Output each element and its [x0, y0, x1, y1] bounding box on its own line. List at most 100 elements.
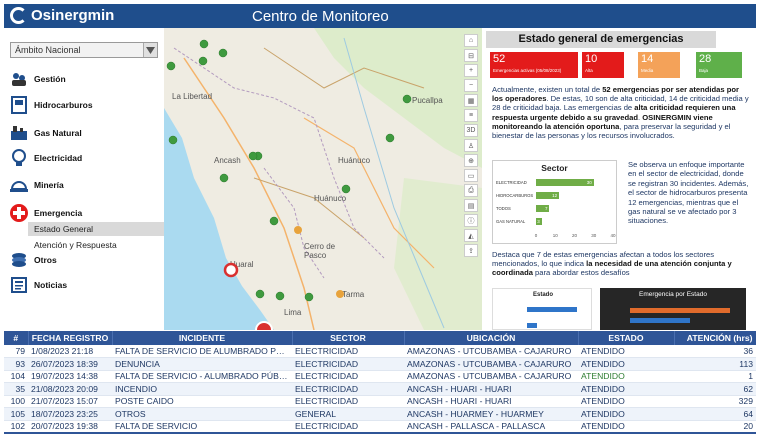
print-icon[interactable]: ⎙: [464, 184, 478, 197]
zoom-in-icon[interactable]: +: [464, 64, 478, 77]
cell-fecha: 19/07/2023 14:38: [28, 370, 112, 383]
sidebar: Ámbito Nacional Gestión Hidrocarburos Ga…: [4, 28, 164, 330]
sector-bar: 30: [536, 179, 594, 186]
col-header-sector[interactable]: SECTOR: [292, 331, 405, 345]
gas-plant-icon: [10, 124, 28, 142]
sidebar-item-gestion[interactable]: Gestión: [10, 70, 66, 88]
sector-category-label: ELECTRICIDAD: [496, 180, 527, 185]
kpi-value: 10: [585, 53, 598, 65]
map-marker-critical: [223, 262, 239, 278]
sector-axis-tick: 40: [610, 233, 616, 238]
status-panel: Estado general de emergencias 52 Emergen…: [486, 28, 756, 330]
cell-atencion: 329: [674, 395, 756, 408]
emergency-map[interactable]: La Libertad Pucallpa Ancash Huánuco Huán…: [164, 28, 482, 330]
col-header-incidente[interactable]: INCIDENTE: [112, 331, 293, 345]
emergencia-estado-title: Emergencia por Estado: [639, 291, 707, 298]
compass-icon[interactable]: ⊕: [464, 154, 478, 167]
map-marker: [248, 151, 258, 161]
zoom-out-icon[interactable]: −: [464, 79, 478, 92]
sector-category-label: TODOS: [496, 206, 511, 211]
kpi-label: Baja: [699, 68, 709, 73]
sidebar-item-hidrocarburos[interactable]: Hidrocarburos: [10, 96, 93, 114]
map-marker: [199, 39, 209, 49]
sidebar-item-label: Gas Natural: [34, 128, 82, 138]
sidebar-item-label: Electricidad: [34, 153, 83, 163]
layers-tool-icon[interactable]: ≡: [464, 109, 478, 122]
cell-sector: ELECTRICIDAD: [292, 420, 404, 431]
sidebar-item-otros[interactable]: Otros: [10, 251, 57, 269]
collapse-icon[interactable]: ⊟: [464, 49, 478, 62]
cell-sector: ELECTRICIDAD: [292, 395, 404, 408]
estado-chart: Estado: [492, 288, 592, 330]
sector-axis-tick: 0: [534, 233, 538, 238]
sector-bar: 12: [536, 192, 560, 199]
brand-logo: Osinergmin: [10, 7, 114, 24]
cell-fecha: 1/08/2023 21:18: [28, 345, 112, 358]
col-header-fecha[interactable]: FECHA REGISTRO: [28, 331, 113, 345]
cell-sector: ELECTRICIDAD: [292, 357, 404, 371]
cell-ubicacion: ANCASH - HUARI - HUARI: [404, 395, 578, 408]
panel-title: Estado general de emergencias: [486, 31, 716, 48]
table-row[interactable]: 102 20/07/2023 19:38 FALTA DE SERVICIO ELEC…: [4, 420, 756, 431]
sidebar-item-noticias[interactable]: Noticias: [10, 276, 67, 294]
pegman-icon[interactable]: ♙: [464, 139, 478, 152]
cell-ubicacion: ANCASH - HUARI - HUARI: [404, 382, 578, 396]
scope-select[interactable]: Ámbito Nacional: [10, 42, 158, 58]
table-bottom-border: [4, 432, 756, 434]
sidebar-item-mineria[interactable]: Minería: [10, 176, 64, 194]
table-row[interactable]: 35 21/08/2023 20:09 INCENDIO ELECTRICIDAD AN…: [4, 382, 756, 396]
table-row[interactable]: 105 18/07/2023 23:25 OTROS GENERAL ANCASH - …: [4, 407, 756, 421]
scope-select-value: Ámbito Nacional: [15, 45, 81, 55]
chevron-down-icon[interactable]: [143, 43, 157, 57]
basemap-icon[interactable]: ▦: [464, 94, 478, 107]
map-marker: [275, 291, 285, 301]
cell-fecha: 21/07/2023 15:07: [28, 395, 112, 408]
cell-estado: ATENDIDO: [578, 370, 674, 383]
cell-ubicacion: AMAZONAS - UTCUBAMBA - CAJARURO: [404, 357, 578, 371]
kpi-label: Media: [641, 68, 654, 73]
col-header-atencion[interactable]: ATENCIÓN (hrs): [674, 331, 756, 345]
3d-view-icon[interactable]: 3D: [464, 124, 478, 137]
cell-estado: ATENDIDO: [578, 407, 674, 421]
map-marker: [402, 94, 412, 104]
col-header-estado[interactable]: ESTADO: [578, 331, 675, 345]
col-header-number[interactable]: #: [4, 331, 29, 345]
table-row[interactable]: 100 21/07/2023 15:07 POSTE CAIDO ELECTRICID…: [4, 395, 756, 408]
measure-icon[interactable]: ▭: [464, 169, 478, 182]
cell-incidente: FALTA DE SERVICIO - ALUMBRADO PÚBLICO: [112, 370, 292, 383]
estado-bar: [527, 323, 537, 328]
table-row[interactable]: 79 1/08/2023 21:18 FALTA DE SERVICIO DE AL…: [4, 345, 756, 358]
sidebar-subitem-atencion-respuesta[interactable]: Atención y Respuesta: [28, 238, 164, 252]
cell-sector: ELECTRICIDAD: [292, 370, 404, 383]
cell-atencion: 1: [674, 370, 756, 383]
bookmark-icon[interactable]: ▤: [464, 199, 478, 212]
kpi-label: Alta: [585, 68, 593, 73]
emergencies-table[interactable]: # FECHA REGISTRO INCIDENTE SECTOR UBICAC…: [4, 331, 756, 431]
col-header-ubicacion[interactable]: UBICACIÓN: [404, 331, 579, 345]
map-marker: [198, 56, 208, 66]
table-header-row: # FECHA REGISTRO INCIDENTE SECTOR UBICAC…: [4, 331, 756, 345]
fill-icon[interactable]: ◭: [464, 229, 478, 242]
map-marker: [385, 133, 395, 143]
sidebar-item-label: Otros: [34, 255, 57, 265]
sector-bar: 7: [536, 205, 550, 212]
sidebar-subitem-estado-general[interactable]: Estado General: [28, 222, 164, 236]
map-marker: [219, 173, 229, 183]
share-icon[interactable]: ⇪: [464, 244, 478, 257]
sidebar-item-electricidad[interactable]: Electricidad: [10, 149, 82, 167]
cell-estado: ATENDIDO: [578, 420, 674, 431]
table-row[interactable]: 104 19/07/2023 14:38 FALTA DE SERVICIO - A…: [4, 370, 756, 383]
cell-ubicacion: AMAZONAS - UTCUBAMBA - CAJARURO: [404, 370, 578, 383]
info-icon[interactable]: ⓘ: [464, 214, 478, 227]
map-marker: [304, 292, 314, 302]
sidebar-item-emergencia[interactable]: Emergencia: [10, 204, 82, 222]
home-icon[interactable]: ⌂: [464, 34, 478, 47]
cell-estado: ATENDIDO: [578, 345, 674, 358]
sidebar-item-gas-natural[interactable]: Gas Natural: [10, 124, 82, 142]
layers-icon: [10, 251, 28, 269]
sector-chart: Sector ELECTRICIDAD 30 HIDROCARBUROS 12 TODO…: [492, 160, 617, 244]
sector-bar-value: 3: [537, 219, 540, 224]
cell-incidente: DENUNCIA: [112, 357, 292, 371]
table-row[interactable]: 93 26/07/2023 18:39 DENUNCIA ELECTRICIDAD AM…: [4, 357, 756, 371]
cell-estado: ATENDIDO: [578, 382, 674, 396]
